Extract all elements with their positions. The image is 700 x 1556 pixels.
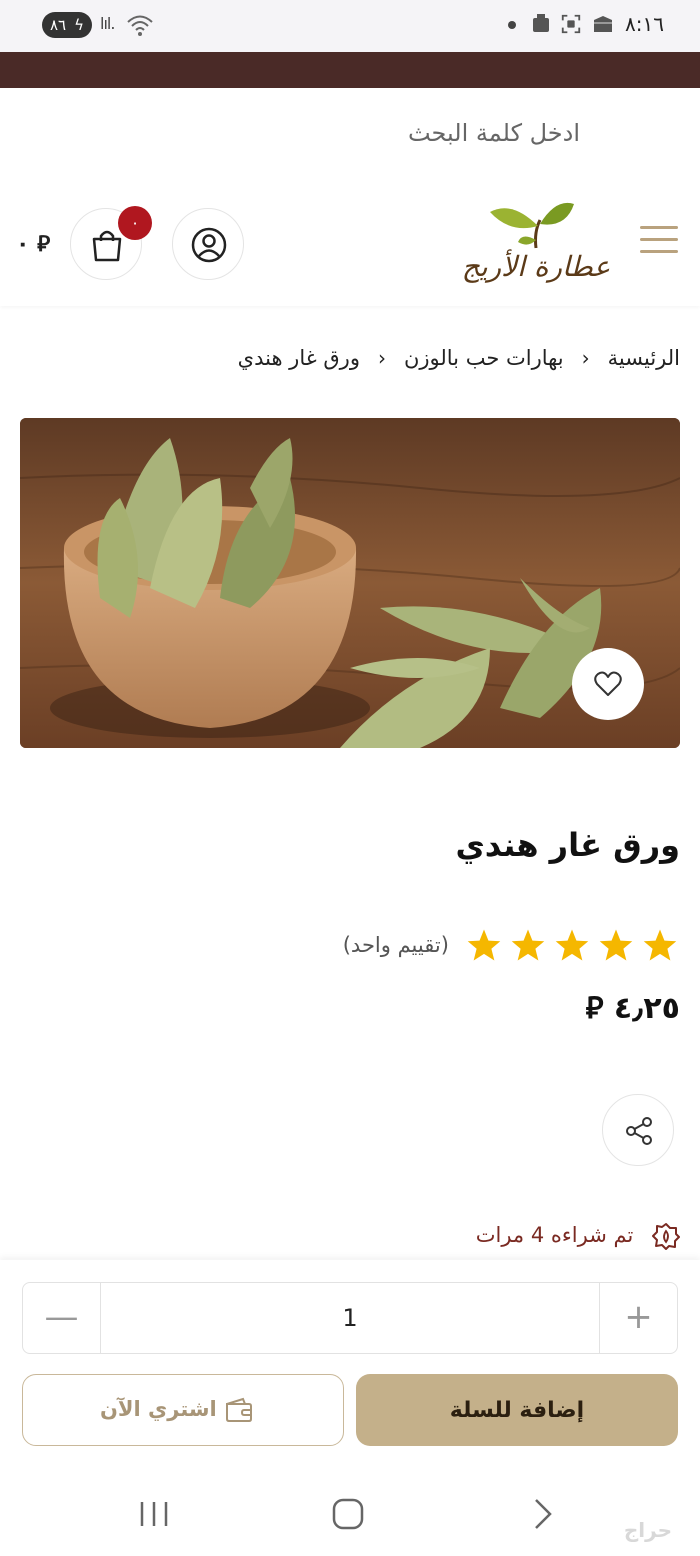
wallet-icon bbox=[226, 1397, 253, 1422]
breadcrumb: الرئيسية ‹ بهارات حب بالوزن ‹ ورق غار هندي bbox=[238, 346, 680, 370]
breadcrumb-home[interactable]: الرئيسية bbox=[608, 346, 680, 370]
app-notification-icon bbox=[533, 14, 549, 32]
heart-icon bbox=[594, 671, 622, 696]
star-icon bbox=[555, 929, 589, 961]
search-input[interactable] bbox=[60, 110, 580, 156]
increase-quantity-button[interactable]: + bbox=[599, 1283, 677, 1353]
share-icon bbox=[626, 1117, 652, 1145]
user-icon bbox=[191, 227, 227, 263]
site-header: عطارة الأريج ٠ ٠ ⃁ bbox=[0, 184, 700, 306]
account-button[interactable] bbox=[172, 208, 244, 280]
rating-count[interactable]: (تقييم واحد) bbox=[343, 933, 449, 957]
quantity-input[interactable] bbox=[101, 1283, 599, 1353]
logo-text: عطارة الأريج bbox=[461, 250, 611, 283]
breadcrumb-category[interactable]: بهارات حب بالوزن bbox=[404, 346, 564, 370]
signal-icon: lıl. bbox=[100, 14, 115, 33]
chevron-left-icon: ‹ bbox=[581, 346, 590, 370]
shopping-bag-icon bbox=[92, 230, 122, 262]
menu-button[interactable] bbox=[640, 226, 678, 260]
hamburger-line bbox=[640, 250, 678, 253]
system-navigation-bar: حراج bbox=[0, 1470, 700, 1556]
battery-indicator: ٨٦ ϟ bbox=[42, 12, 92, 38]
breadcrumb-current: ورق غار هندي bbox=[237, 346, 360, 370]
purchase-count-text: تم شراءه 4 مرات bbox=[475, 1223, 634, 1247]
clock: ٨:١٦ bbox=[625, 12, 664, 36]
leaf-logo-icon bbox=[490, 202, 574, 249]
watermark-text: حراج bbox=[623, 1518, 672, 1542]
battery-level: ٨٦ bbox=[50, 16, 67, 34]
quantity-stepper: — + bbox=[22, 1282, 678, 1354]
home-icon[interactable] bbox=[326, 1494, 370, 1534]
decrease-quantity-button[interactable]: — bbox=[23, 1283, 101, 1353]
share-button[interactable] bbox=[602, 1094, 674, 1166]
cart-total: ٠ ⃁ bbox=[16, 232, 51, 257]
star-icon bbox=[643, 929, 677, 961]
hamburger-icon bbox=[640, 226, 678, 229]
buy-now-label: اشتري الآن bbox=[99, 1397, 217, 1421]
star-icon bbox=[467, 929, 501, 961]
screenshot-icon bbox=[561, 14, 581, 34]
charging-icon: ϟ bbox=[74, 16, 84, 34]
star-icon bbox=[599, 929, 633, 961]
product-title: ورق غار هندي bbox=[455, 826, 680, 864]
fire-badge-icon bbox=[652, 1223, 680, 1250]
wifi-icon bbox=[127, 15, 153, 36]
kaaba-icon bbox=[594, 16, 612, 32]
notification-dot-icon bbox=[508, 21, 516, 29]
star-rating bbox=[458, 928, 678, 962]
product-rating: (تقييم واحد) bbox=[343, 928, 678, 962]
add-to-cart-button[interactable]: إضافة للسلة bbox=[356, 1374, 678, 1446]
buy-now-button[interactable]: اشتري الآن bbox=[22, 1374, 344, 1446]
store-logo[interactable]: عطارة الأريج bbox=[460, 198, 612, 294]
hamburger-line bbox=[640, 238, 678, 241]
star-icon bbox=[511, 929, 545, 961]
cart-count-badge: ٠ bbox=[118, 206, 152, 240]
product-price: ٤٫٢٥ ⃁ bbox=[585, 991, 680, 1026]
purchase-count: تم شراءه 4 مرات bbox=[476, 1222, 680, 1250]
status-bar: ٨٦ ϟ lıl. ٨:١٦ bbox=[0, 0, 700, 52]
recent-apps-icon[interactable] bbox=[132, 1494, 176, 1534]
brand-strip bbox=[0, 52, 700, 88]
search-bar bbox=[0, 88, 700, 180]
back-icon[interactable] bbox=[520, 1494, 564, 1534]
favorite-button[interactable] bbox=[572, 648, 644, 720]
chevron-left-icon: ‹ bbox=[377, 346, 386, 370]
